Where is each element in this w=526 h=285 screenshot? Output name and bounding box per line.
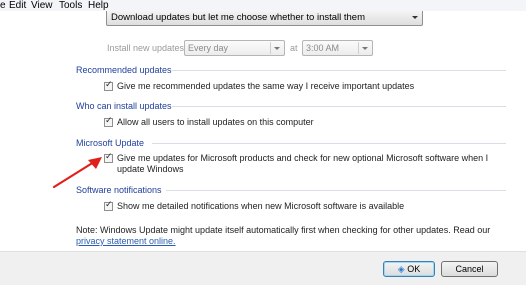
- checkmark-icon: ✓: [105, 80, 113, 90]
- software-notifications-title: Software notifications: [76, 185, 162, 195]
- section-divider: [166, 190, 506, 191]
- section-divider: [152, 143, 506, 144]
- chevron-down-icon: [274, 47, 280, 50]
- menu-bar: e Edit View Tools Help: [0, 0, 526, 11]
- menu-help[interactable]: Help: [88, 0, 109, 11]
- install-day-dropdown[interactable]: Every day: [184, 40, 285, 56]
- important-updates-value: Download updates but let me choose wheth…: [111, 12, 366, 23]
- recommended-updates-checkbox[interactable]: ✓: [104, 80, 113, 91]
- checkmark-icon: ✓: [105, 152, 113, 162]
- menu-edit[interactable]: Edit: [9, 0, 26, 11]
- recommended-updates-label: Give me recommended updates the same way…: [117, 81, 415, 91]
- menu-tools[interactable]: Tools: [59, 0, 82, 11]
- chevron-down-icon: [412, 16, 418, 19]
- install-time-dropdown[interactable]: 3:00 AM: [302, 40, 373, 56]
- who-can-install-title: Who can install updates: [76, 101, 172, 111]
- allow-all-users-checkbox[interactable]: ✓: [104, 116, 113, 127]
- shield-icon: ◈: [397, 264, 405, 274]
- menu-edge: e: [0, 0, 6, 11]
- ok-button-label: OK: [407, 264, 421, 274]
- chevron-down-icon: [362, 47, 368, 50]
- microsoft-update-title: Microsoft Update: [76, 138, 145, 148]
- install-new-updates-label: Install new updates:: [107, 43, 187, 53]
- checkmark-icon: ✓: [105, 116, 113, 126]
- privacy-statement-link[interactable]: privacy statement online.: [76, 236, 176, 246]
- update-note: Note: Windows Update might update itself…: [76, 225, 491, 235]
- software-notifications-label: Show me detailed notifications when new …: [117, 201, 405, 211]
- at-label: at: [290, 43, 298, 53]
- section-divider: [172, 70, 506, 71]
- install-day-value: Every day: [188, 43, 229, 53]
- important-updates-dropdown[interactable]: Download updates but let me choose wheth…: [106, 11, 423, 26]
- microsoft-update-label-line2: update Windows: [117, 164, 184, 174]
- checkmark-icon: ✓: [105, 200, 113, 210]
- allow-all-users-label: Allow all users to install updates on th…: [117, 117, 314, 127]
- cancel-button[interactable]: Cancel: [441, 261, 498, 277]
- menu-view[interactable]: View: [31, 0, 53, 11]
- software-notifications-checkbox[interactable]: ✓: [104, 200, 113, 211]
- ok-button[interactable]: ◈ OK: [383, 261, 435, 277]
- microsoft-update-label-line1: Give me updates for Microsoft products a…: [117, 153, 489, 163]
- install-time-value: 3:00 AM: [306, 43, 340, 53]
- section-divider: [172, 106, 506, 107]
- recommended-updates-title: Recommended updates: [76, 65, 172, 75]
